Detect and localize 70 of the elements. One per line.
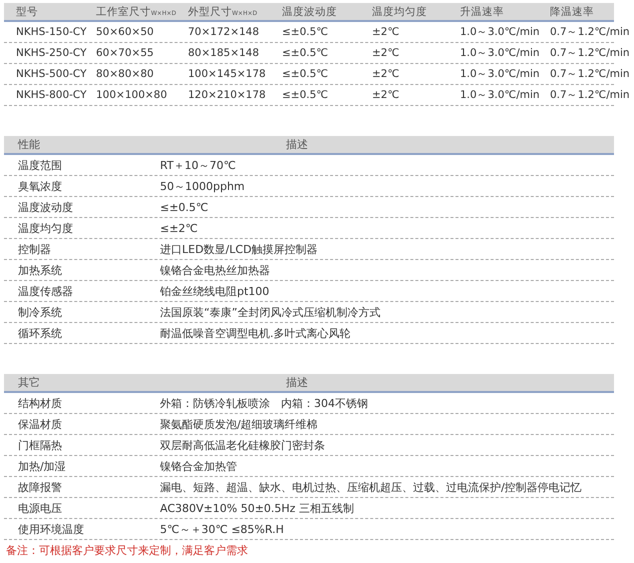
column-header: 型号	[15, 4, 39, 18]
table-cell-text: 0.7～1.2℃/min	[549, 88, 630, 102]
table-cell-text: 保温材质	[17, 416, 63, 432]
table-cell-text: 外箱：防锈冷轧板喷涂 内箱：304不锈钢	[159, 396, 369, 410]
table-cell-text: 温度范围	[17, 158, 63, 172]
table-cell-text: ≤±0.5℃	[281, 68, 330, 80]
table-cell-text: 耐温低噪音空调型电机.多叶式离心风轮	[159, 326, 352, 340]
table-cell-text: 50～1000pphm	[159, 178, 246, 194]
table-cell-text: 控制器	[17, 242, 52, 256]
table-cell-text: ±2℃	[371, 26, 400, 38]
table-cell-text: 电源电压	[17, 500, 63, 516]
table-cell-text: 循环系统	[17, 326, 63, 340]
table-cell-text: NKHS-800-CY	[15, 89, 84, 101]
table-cell-text: 聚氨酯硬质发泡/超细玻璃纤维棉	[159, 416, 319, 432]
table-cell-text: ≤±0.5℃	[281, 89, 330, 101]
column-header: 降温速率	[549, 4, 595, 18]
table-cell-text: NKHS-500-CY	[15, 68, 84, 80]
table-cell-text: 门框隔热	[17, 438, 63, 452]
table-cell-text: 温度波动度	[17, 200, 74, 214]
table-cell-text: 故障报警	[17, 480, 63, 494]
table-cell-text: 温度传感器	[17, 284, 74, 298]
table-cell-text: 1.0～3.0℃/min	[459, 88, 538, 102]
table-cell-text: 80×185×148	[187, 47, 260, 59]
table-cell-text: 法国原装“泰康”全封闭风冷式压缩机制冷方式	[159, 304, 382, 320]
table-cell-text: 100×100×80	[95, 89, 168, 101]
table-cell-text: 120×210×178	[187, 89, 267, 101]
table-cell-text: 漏电、短路、超温、缺水、电机过热、压缩机超压、过载、过电流保护/控制器停电记忆	[159, 480, 583, 494]
table-cell-text: 镍铬合金加热管	[159, 458, 238, 474]
table-cell-text: 使用环境温度	[17, 522, 85, 536]
column-header: 性能	[16, 137, 41, 152]
table-cell-text: ≤±0.5℃	[159, 200, 210, 214]
table-cell-text: 0.7～1.2℃/min	[549, 46, 630, 60]
column-header: 描述	[285, 375, 309, 390]
table-cell-text: ±2℃	[371, 89, 400, 101]
table-cell-text: NKHS-250-CY	[15, 47, 84, 59]
table-cell-text: RT＋10～70℃	[159, 158, 237, 172]
table-cell-text: 进口LED数显/LCD触摸屏控制器	[159, 242, 319, 256]
table-cell-text: 双层耐高低温老化硅橡胶门密封条	[159, 438, 326, 452]
table-cell-text: ≤±2℃	[159, 222, 199, 234]
table-cell-text: 60×70×55	[95, 47, 155, 59]
table-cell-text: 80×80×80	[95, 68, 155, 80]
table-cell-text: 加热系统	[17, 262, 63, 278]
table-cell-text: 1.0～3.0℃/min	[459, 46, 538, 60]
table-cell-text: 50×60×50	[95, 26, 155, 38]
column-header: 温度均匀度	[371, 4, 428, 18]
table-cell-text: 100×145×178	[187, 68, 267, 80]
table-cell-text: 70×172×148	[187, 26, 260, 38]
table-cell-text: 1.0～3.0℃/min	[459, 25, 538, 39]
table-cell-text: 结构材质	[17, 396, 63, 410]
column-header: 其它	[17, 375, 41, 390]
table-cell-text: 温度均匀度	[17, 220, 74, 236]
table-cell-text: 0.7～1.2℃/min	[549, 67, 630, 81]
table-cell-text: 0.7～1.2℃/min	[549, 25, 630, 39]
table-cell-text: ±2℃	[371, 47, 400, 59]
column-header: 温度波动度	[281, 4, 338, 18]
table-cell-text: ≤±0.5℃	[281, 47, 330, 59]
column-header: 升温速率	[459, 4, 505, 18]
note-text: 备注：可根据客户要求尺寸来定制，满足客户需求	[5, 543, 249, 559]
table-cell-text: ±2℃	[371, 68, 400, 80]
table-cell-text: 臭氧浓度	[17, 178, 63, 194]
table-cell-text: ≤±0.5℃	[281, 26, 330, 38]
table-cell-text: 1.0～3.0℃/min	[459, 67, 538, 81]
table-cell-text: 镍铬合金电热丝加热器	[159, 262, 271, 278]
table-cell-text: 加热/加湿	[17, 458, 67, 474]
table-cell-text: AC380V±10% 50±0.5Hz 三相五线制	[159, 500, 355, 516]
table-cell-text: 铂金丝绕线电阻pt100	[159, 284, 270, 298]
table-cell-text: 制冷系统	[17, 304, 63, 320]
column-header: 描述	[285, 137, 309, 152]
table-cell-text: 5℃～＋30℃ ≤85%R.H	[159, 522, 285, 536]
table-cell-text: NKHS-150-CY	[15, 26, 84, 38]
